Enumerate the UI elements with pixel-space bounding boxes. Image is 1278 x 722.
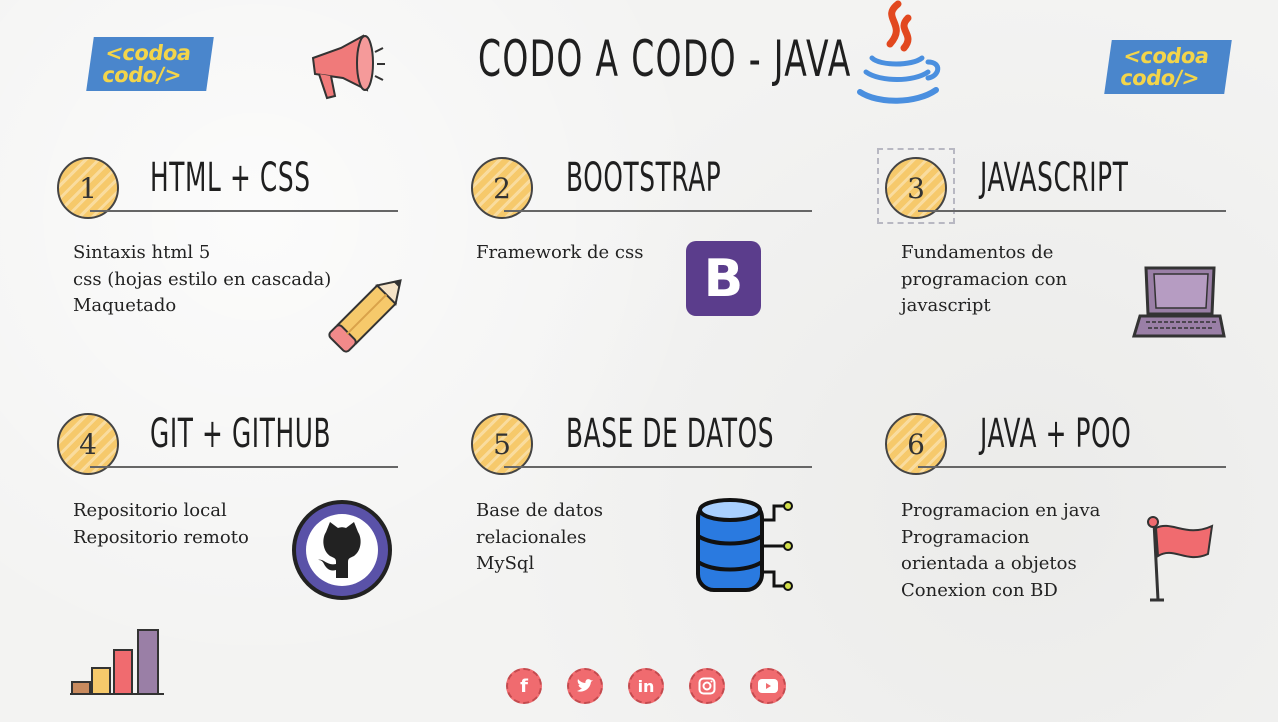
section-line: relacionales: [476, 526, 587, 548]
github-icon: [292, 500, 392, 600]
section-divider: [90, 210, 398, 212]
section-divider: [504, 210, 812, 212]
section-line: programacion con: [901, 268, 1068, 290]
section-divider: [504, 466, 812, 468]
pencil-icon: [328, 279, 402, 353]
instagram-icon[interactable]: [689, 668, 725, 704]
section-line: Sintaxis html 5: [73, 242, 211, 263]
laptop-icon: [1131, 266, 1226, 338]
section-body-3: Fundamentos de programacion con javascri…: [901, 240, 1067, 320]
section-divider: [90, 466, 398, 468]
bar-chart-icon: [70, 629, 164, 695]
logo-line-1: <codoa: [103, 41, 193, 65]
section-line: css (hojas estilo en cascada): [73, 268, 332, 290]
section-divider: [918, 210, 1226, 212]
section-title-2: BOOTSTRAP: [566, 155, 722, 201]
logo-line-2: codo/>: [1118, 66, 1201, 90]
codoacodo-logo-left: <codoa codo/>: [86, 37, 214, 91]
section-line: MySql: [476, 553, 535, 574]
bootstrap-icon: B: [686, 241, 761, 316]
section-title-3: JAVASCRIPT: [980, 155, 1129, 201]
section-line: Base de datos: [476, 500, 604, 521]
youtube-icon[interactable]: [750, 668, 786, 704]
bootstrap-letter: B: [703, 248, 744, 309]
section-body-1: Sintaxis html 5 css (hojas estilo en cas…: [73, 240, 331, 320]
section-title-4: GIT + GITHUB: [150, 411, 332, 457]
section-divider: [918, 466, 1226, 468]
section-title-5: BASE DE DATOS: [566, 411, 775, 457]
section-line: Repositorio local: [73, 500, 227, 521]
twitter-icon[interactable]: [567, 668, 603, 704]
section-body-4: Repositorio local Repositorio remoto: [73, 498, 249, 551]
section-line: Maquetado: [73, 295, 177, 316]
section-body-6: Programacion en java Programacion orient…: [901, 498, 1100, 604]
section-line: Fundamentos de: [901, 242, 1054, 263]
section-line: Programacion: [901, 526, 1030, 548]
database-icon: [696, 498, 793, 592]
linkedin-icon[interactable]: in: [628, 668, 664, 704]
section-line: Programacion en java: [901, 500, 1101, 521]
logo-line-1: <codoa: [1121, 44, 1211, 68]
java-cup-icon: [857, 0, 941, 104]
page-title: CODO A CODO - JAVA: [478, 30, 852, 88]
section-line: Conexion con BD: [901, 579, 1058, 601]
megaphone-icon: [311, 34, 385, 100]
logo-line-2: codo/>: [100, 63, 183, 87]
section-line: Framework de css: [476, 242, 644, 263]
section-line: orientada a objetos: [901, 553, 1077, 574]
section-line: Repositorio remoto: [73, 526, 249, 548]
section-body-5: Base de datos relacionales MySql: [476, 498, 603, 578]
section-body-2: Framework de css: [476, 240, 643, 267]
section-line: javascript: [901, 295, 991, 316]
flag-icon: [1147, 516, 1214, 602]
section-title-6: JAVA + POO: [980, 411, 1132, 457]
section-title-1: HTML + CSS: [150, 155, 311, 201]
codoacodo-logo-right: <codoa codo/>: [1104, 40, 1232, 94]
facebook-icon[interactable]: f: [506, 668, 542, 704]
